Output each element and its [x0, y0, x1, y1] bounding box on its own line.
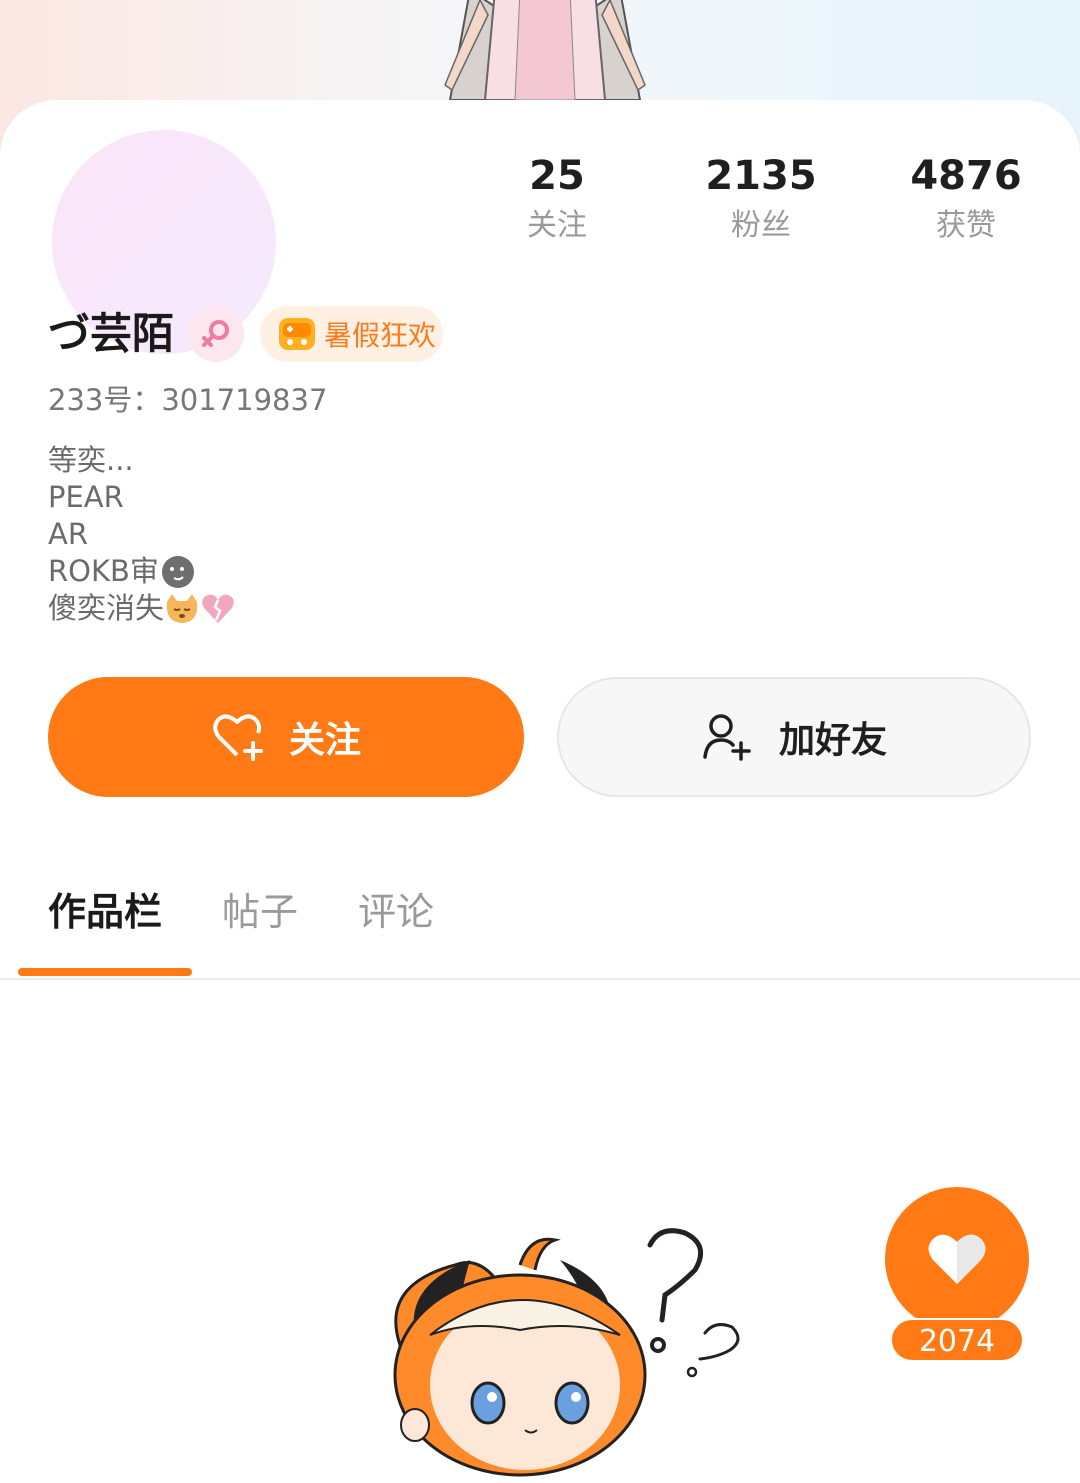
person-plus-icon	[703, 714, 751, 761]
event-badge-label: 暑假狂欢	[324, 319, 437, 352]
sleepy-cat-emoji	[166, 593, 198, 623]
gender-badge	[188, 306, 244, 362]
game-controller-icon	[279, 318, 315, 350]
profile-name: づ芸陌	[48, 309, 175, 358]
user-id[interactable]: 233号：301719837	[48, 380, 327, 420]
profile-tabs: 作品栏 帖子 评论	[0, 870, 1080, 980]
stat-likes-label: 获赞	[936, 208, 996, 243]
stat-likes[interactable]: 4876 获赞	[876, 150, 1056, 248]
empty-state-mascot-illustration	[393, 1228, 740, 1477]
tab-works[interactable]: 作品栏	[48, 884, 162, 940]
bio-line: ROKB审	[48, 554, 159, 588]
stat-fans-label: 粉丝	[731, 208, 791, 243]
stat-fans-count: 2135	[705, 153, 817, 199]
stat-fans[interactable]: 2135 粉丝	[671, 150, 851, 248]
add-friend-button-label: 加好友	[778, 720, 887, 761]
stat-following[interactable]: 25 关注	[467, 150, 647, 248]
broken-heart-emoji	[202, 594, 234, 623]
tab-posts[interactable]: 帖子	[222, 884, 298, 940]
bio-line: AR	[48, 517, 88, 551]
add-friend-button[interactable]: 加好友	[557, 677, 1031, 797]
bio-line: PEAR	[48, 480, 124, 514]
stat-following-count: 25	[529, 153, 585, 199]
like-button[interactable]	[885, 1187, 1029, 1331]
stat-likes-count: 4876	[910, 153, 1022, 199]
bio: 等奕... PEAR AR ROKB审 傻奕消失	[48, 442, 236, 627]
heart-icon	[928, 1234, 986, 1284]
like-count: 2074	[890, 1318, 1024, 1362]
heart-plus-icon	[213, 714, 263, 761]
smirk-face-emoji	[161, 555, 194, 588]
follow-button-label: 关注	[288, 720, 361, 761]
follow-button[interactable]: 关注	[48, 677, 524, 797]
event-badge[interactable]: 暑假狂欢	[260, 306, 443, 362]
stat-following-label: 关注	[527, 208, 587, 243]
avatar-figure-illustration	[444, 0, 646, 101]
bio-line: 傻奕消失	[48, 591, 165, 625]
bio-line: 等奕...	[48, 443, 134, 477]
tab-indicator	[18, 968, 192, 976]
female-icon	[202, 320, 229, 347]
tab-comments[interactable]: 评论	[358, 884, 434, 940]
